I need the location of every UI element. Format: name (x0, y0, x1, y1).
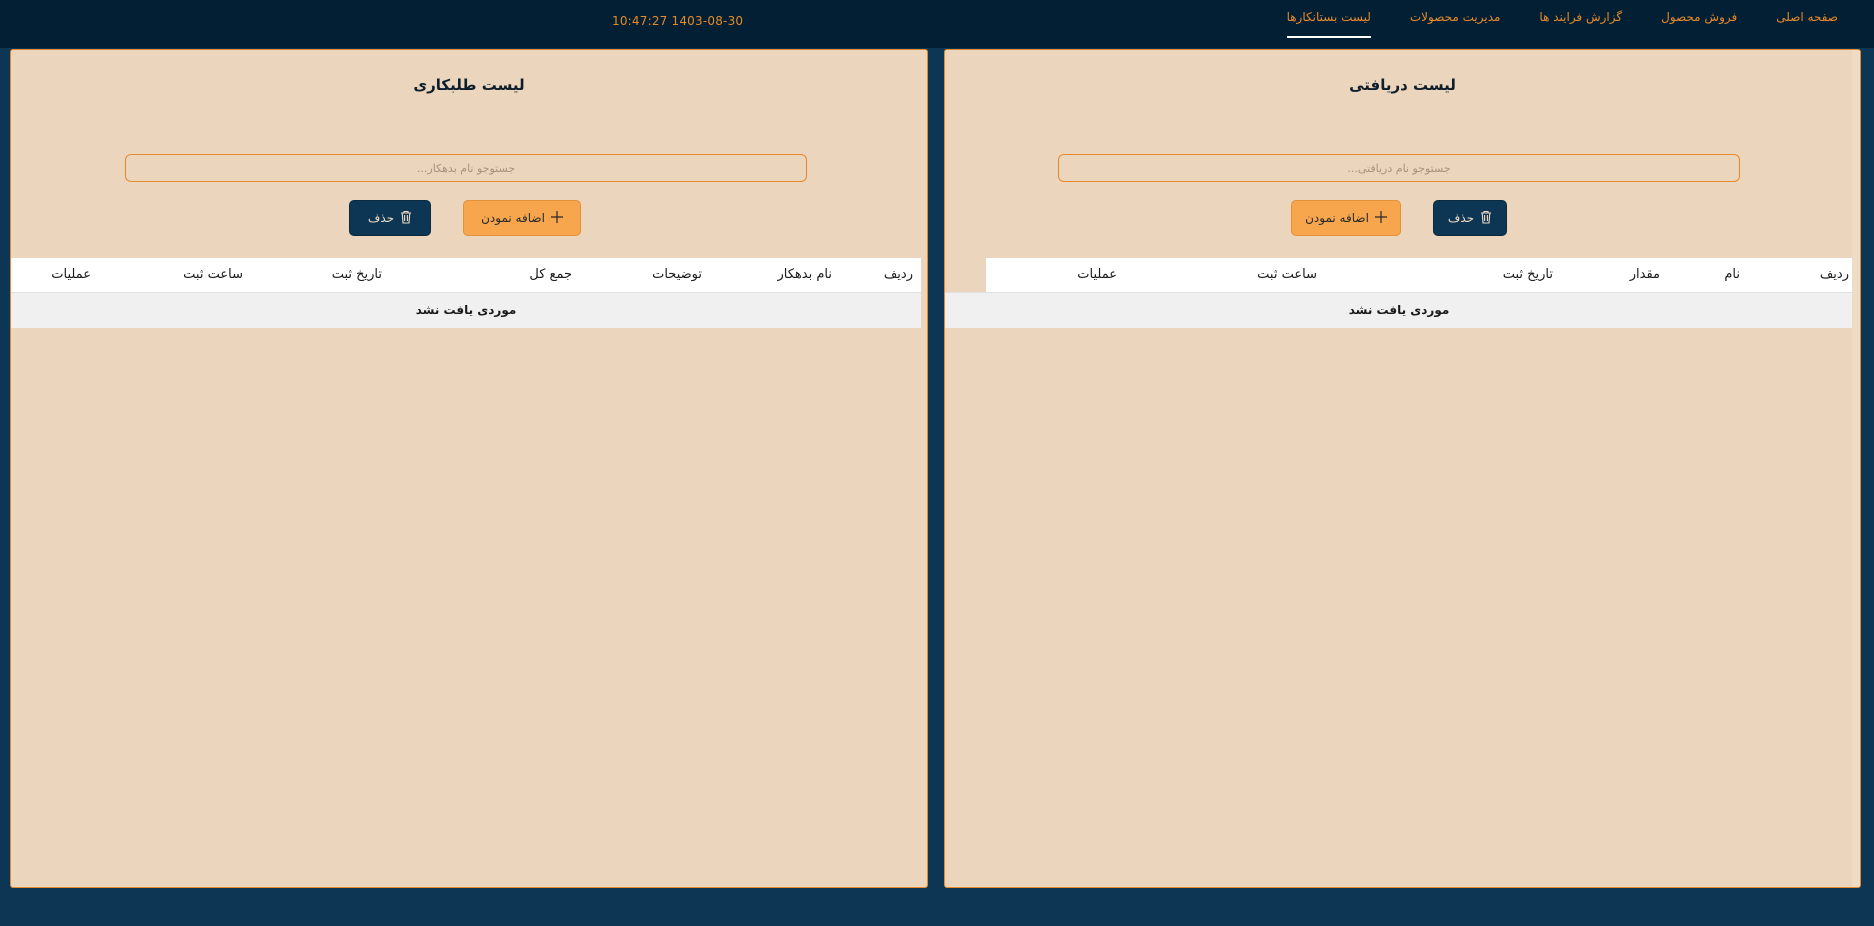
debts-list-panel: لیست طلبکاری اضافه نمودن حذف ردیف نام بد… (10, 49, 928, 888)
received-search-input[interactable] (1058, 154, 1740, 182)
column-header-total: جمع کل (529, 267, 572, 282)
column-header-actions: عملیات (51, 267, 91, 282)
debtor-search-input[interactable] (125, 154, 807, 182)
trash-icon (400, 210, 412, 227)
panel-scrollbar[interactable] (1852, 50, 1860, 887)
plus-icon (550, 210, 563, 226)
debts-add-button[interactable]: اضافه نمودن (463, 200, 581, 236)
received-delete-label: حذف (1447, 211, 1475, 225)
debts-empty-text: موردی یافت نشد (415, 303, 517, 317)
column-header-time: ساعت ثبت (183, 267, 243, 282)
received-add-label: اضافه نمودن (1305, 211, 1369, 225)
nav-item-creditors-list[interactable]: لیست بستانکارها (1286, 0, 1371, 38)
debts-empty-row: موردی یافت نشد (11, 292, 921, 328)
debts-table-header: ردیف نام بدهکار توضیحات جمع کل تاریخ ثبت… (11, 258, 921, 292)
main-nav: صفحه اصلی فروش محصول گزارش فرایند ها مدی… (1248, 0, 1838, 48)
received-empty-row: موردی یافت نشد (945, 292, 1853, 328)
trash-icon (1480, 210, 1492, 227)
received-add-button[interactable]: اضافه نمودن (1291, 200, 1401, 236)
column-header-date: تاریخ ثبت (1502, 267, 1553, 282)
nav-item-process-report[interactable]: گزارش فرایند ها (1539, 0, 1622, 36)
clock-display: 10:47:27 1403-08-30 (612, 14, 744, 28)
nav-item-home[interactable]: صفحه اصلی (1776, 0, 1838, 36)
nav-item-product-management[interactable]: مدیریت محصولات (1410, 0, 1501, 36)
plus-icon (1374, 210, 1387, 226)
debts-delete-label: حذف (367, 211, 395, 225)
column-header-time: ساعت ثبت (1257, 267, 1317, 282)
column-header-description: توضیحات (652, 267, 702, 282)
column-header-row: ردیف (883, 267, 913, 282)
column-header-row: ردیف (1819, 267, 1849, 282)
column-header-name: نام (1724, 267, 1740, 282)
column-header-debtor-name: نام بدهکار (777, 267, 832, 282)
debts-list-title: لیست طلبکاری (413, 76, 525, 94)
column-header-amount: مقدار (1629, 267, 1660, 282)
debts-add-label: اضافه نمودن (481, 211, 545, 225)
nav-item-product-sales[interactable]: فروش محصول (1661, 0, 1737, 36)
received-empty-text: موردی یافت نشد (1348, 303, 1450, 317)
received-list-title: لیست دریافتی (1349, 76, 1456, 94)
received-list-panel: لیست دریافتی حذف اضافه نمودن ردیف نام مق… (944, 49, 1861, 888)
column-header-date: تاریخ ثبت (331, 267, 382, 282)
top-navbar: 10:47:27 1403-08-30 صفحه اصلی فروش محصول… (0, 0, 1874, 48)
column-header-actions: عملیات (1077, 267, 1117, 282)
debts-delete-button[interactable]: حذف (349, 200, 431, 236)
received-table-header: ردیف نام مقدار تاریخ ثبت ساعت ثبت عملیات (986, 258, 1853, 292)
received-delete-button[interactable]: حذف (1433, 200, 1507, 236)
